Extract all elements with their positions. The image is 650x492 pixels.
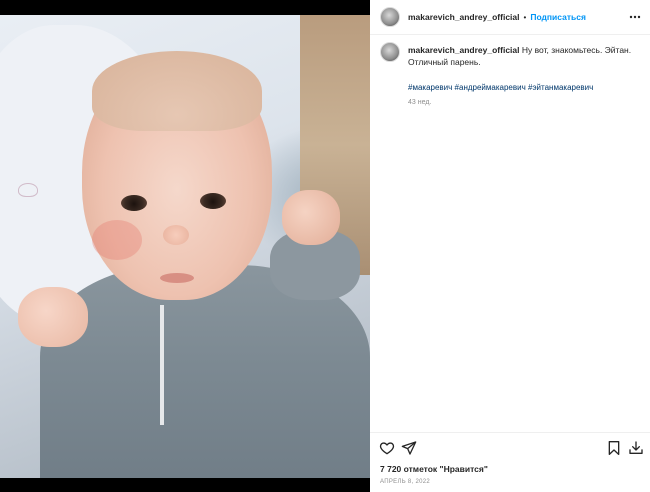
hashtag-link[interactable]: #эйтанмакаревич xyxy=(528,83,593,92)
follow-button[interactable]: Подписаться xyxy=(530,12,586,22)
pillow-heart-pattern xyxy=(18,183,38,197)
post-media[interactable] xyxy=(0,0,370,492)
download-button[interactable] xyxy=(628,440,644,456)
save-button[interactable] xyxy=(606,440,622,456)
caption-body: makarevich_andrey_official Ну вот, знако… xyxy=(408,44,640,106)
post-date: АПРЕЛЬ 8, 2022 xyxy=(380,479,431,485)
photo-baby-cheek xyxy=(92,220,142,260)
post-photo[interactable] xyxy=(0,15,370,478)
post-actions-bar xyxy=(370,432,650,462)
author-username[interactable]: makarevich_andrey_official xyxy=(408,12,520,22)
photo-baby-nose xyxy=(163,225,189,245)
photo-baby-eye-left xyxy=(121,195,147,211)
likes-count[interactable]: 7 720 отметок "Нравится" xyxy=(380,464,488,474)
author-avatar[interactable] xyxy=(380,7,400,27)
heart-icon xyxy=(379,442,395,455)
send-icon xyxy=(401,441,417,455)
photo-zipper xyxy=(160,305,164,425)
download-icon xyxy=(629,441,643,454)
photo-baby-fist-left xyxy=(18,287,88,347)
share-button[interactable] xyxy=(401,440,417,456)
photo-baby-fist-right xyxy=(282,190,340,245)
photo-baby-eye-right xyxy=(200,193,226,209)
caption-author-avatar[interactable] xyxy=(380,42,400,62)
more-horizontal-icon xyxy=(629,15,641,19)
header-separator: • xyxy=(523,12,527,22)
bookmark-icon xyxy=(608,441,620,455)
post-panel: makarevich_andrey_official • Подписаться… xyxy=(370,0,650,492)
caption-age[interactable]: 43 нед. xyxy=(408,99,640,106)
like-button[interactable] xyxy=(379,440,395,456)
caption-username[interactable]: makarevich_andrey_official xyxy=(408,45,520,55)
hashtag-link[interactable]: #макаревич xyxy=(408,83,452,92)
caption-hashtags: #макаревич #андреймакаревич #эйтанмакаре… xyxy=(408,82,640,93)
more-options-button[interactable] xyxy=(628,10,642,24)
photo-baby-hair xyxy=(92,51,262,131)
photo-baby-mouth xyxy=(160,273,194,283)
caption-text-block: makarevich_andrey_official Ну вот, знако… xyxy=(408,44,640,68)
post-header: makarevich_andrey_official • Подписаться xyxy=(370,0,650,35)
hashtag-link[interactable]: #андреймакаревич xyxy=(455,83,526,92)
